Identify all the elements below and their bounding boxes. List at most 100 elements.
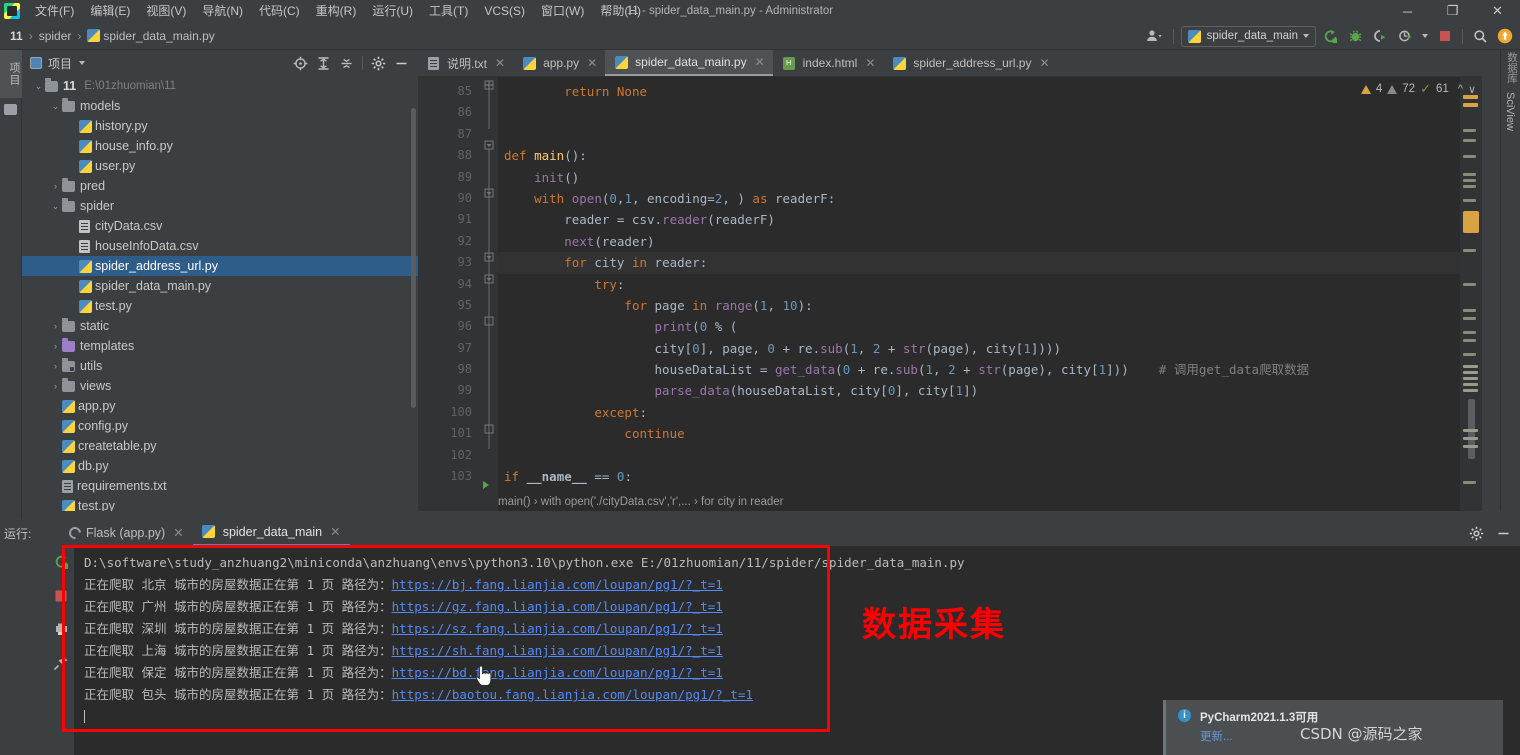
project-tree[interactable]: ⌄ 11 E:\01zhuomian\11 ⌄ models history.py hous… (22, 76, 418, 511)
project-tree-item[interactable]: ⌄ spider (22, 196, 418, 216)
project-tree-item[interactable]: › static (22, 316, 418, 336)
breadcrumb-folder[interactable]: spider (39, 29, 72, 43)
menu-vcs[interactable]: VCS(S) (476, 0, 533, 22)
code-line[interactable]: houseDataList = get_data(0 + re.sub(1, 2… (498, 359, 1482, 380)
breadcrumb-file[interactable]: spider_data_main.py (103, 29, 214, 43)
chevron-down-icon[interactable] (79, 61, 86, 65)
code-line[interactable]: city[0], page, 0 + re.sub(1, 2 + str(pag… (498, 338, 1482, 359)
menu-code[interactable]: 代码(C) (251, 0, 308, 22)
project-tree-scrollbar[interactable] (411, 108, 416, 408)
code-line[interactable]: with open(0,1, encoding=2, ) as readerF: (498, 188, 1482, 209)
select-opened-file-icon[interactable] (290, 53, 311, 74)
breadcrumb-project[interactable]: 11 (10, 29, 23, 43)
menu-refactor[interactable]: 重构(R) (308, 0, 365, 22)
project-tree-item[interactable]: houseInfoData.csv (22, 236, 418, 256)
project-tree-item[interactable]: history.py (22, 116, 418, 136)
minimize-button[interactable]: ─ (1385, 0, 1430, 22)
project-tree-item[interactable]: › views (22, 376, 418, 396)
profile-button[interactable] (1394, 25, 1416, 47)
close-button[interactable]: ✕ (1475, 0, 1520, 22)
close-tab-icon[interactable]: ✕ (495, 56, 505, 70)
code-editor[interactable]: 85 86 87 88 89 90 91 92 93 94 95 96 97 98 99 100 101 102 1… (418, 77, 1482, 511)
gear-icon[interactable] (1466, 523, 1487, 544)
project-tree-item[interactable]: config.py (22, 416, 418, 436)
print-button[interactable] (54, 622, 69, 641)
project-tree-item[interactable]: house_info.py (22, 136, 418, 156)
notification-update-link[interactable]: 更新... (1200, 728, 1233, 744)
next-problem-icon[interactable]: ∨ (1468, 83, 1476, 96)
tool-tab-project[interactable]: 项目 (0, 50, 22, 98)
console-link[interactable]: https://gz.fang.lianjia.com/loupan/pg1/?… (392, 599, 723, 614)
menu-view[interactable]: 视图(V) (138, 0, 194, 22)
project-tree-item[interactable]: › templates (22, 336, 418, 356)
code-line[interactable]: continue (498, 423, 1482, 444)
chevron-down-icon[interactable]: ⌄ (49, 201, 62, 212)
code-line[interactable] (498, 445, 1482, 466)
project-tree-item[interactable]: user.py (22, 156, 418, 176)
menu-file[interactable]: 文件(F) (27, 0, 82, 22)
project-tree-item[interactable]: test.py (22, 296, 418, 316)
prev-problem-icon[interactable]: ^ (1458, 83, 1463, 95)
chevron-down-icon[interactable]: ⌄ (49, 101, 62, 112)
hide-panel-icon[interactable] (1493, 523, 1514, 544)
project-tree-item[interactable]: cityData.csv (22, 216, 418, 236)
editor-tab[interactable]: app.py ✕ (513, 50, 605, 76)
project-tree-item[interactable]: spider_address_url.py (22, 256, 418, 276)
code-folding-column[interactable] (480, 77, 498, 511)
close-tab-icon[interactable]: ✕ (755, 55, 765, 69)
editor-tab[interactable]: 说明.txt ✕ (418, 50, 513, 76)
code-line[interactable]: try: (498, 274, 1482, 295)
code-line[interactable]: if __name__ == 0: (498, 466, 1482, 487)
project-tree-item[interactable]: ⌄ 11 E:\01zhuomian\11 (22, 76, 418, 96)
run-tab[interactable]: spider_data_main ✕ (192, 519, 350, 546)
menu-edit[interactable]: 编辑(E) (82, 0, 138, 22)
run-with-coverage-button[interactable] (1369, 25, 1391, 47)
run-button[interactable] (1319, 25, 1341, 47)
chevron-right-icon[interactable]: › (49, 321, 62, 331)
code-line[interactable]: for city in reader: (498, 252, 1482, 274)
user-account-icon[interactable] (1144, 25, 1166, 47)
code-line[interactable]: parse_data(houseDataList, city[0], city[… (498, 380, 1482, 401)
hide-panel-icon[interactable] (391, 53, 412, 74)
menu-run[interactable]: 运行(U) (364, 0, 421, 22)
code-line[interactable]: for page in range(1, 10): (498, 295, 1482, 316)
chevron-right-icon[interactable]: › (49, 381, 62, 391)
code-line[interactable]: def main(): (498, 145, 1482, 166)
gear-icon[interactable] (368, 53, 389, 74)
code-line[interactable] (498, 124, 1482, 145)
collapse-all-icon[interactable] (336, 53, 357, 74)
rerun-button[interactable] (53, 554, 69, 575)
project-tree-item[interactable]: createtable.py (22, 436, 418, 456)
run-tab[interactable]: Flask (app.py) ✕ (60, 519, 193, 546)
close-tab-icon[interactable]: ✕ (330, 524, 340, 539)
chevron-right-icon[interactable]: › (49, 361, 62, 371)
project-tree-item[interactable]: spider_data_main.py (22, 276, 418, 296)
menu-window[interactable]: 窗口(W) (533, 0, 592, 22)
close-tab-icon[interactable]: ✕ (1039, 56, 1049, 70)
code-line[interactable]: return None (498, 81, 1482, 102)
code-line[interactable]: except: (498, 402, 1482, 423)
menu-navigate[interactable]: 导航(N) (194, 0, 251, 22)
chevron-right-icon[interactable]: › (49, 181, 62, 191)
menu-tools[interactable]: 工具(T) (421, 0, 476, 22)
console-link[interactable]: https://bd.fang.lianjia.com/loupan/pg1/?… (392, 665, 723, 680)
chevron-down-icon[interactable]: ⌄ (32, 81, 45, 92)
console-link[interactable]: https://bj.fang.lianjia.com/loupan/pg1/?… (392, 577, 723, 592)
run-configuration-selector[interactable]: spider_data_main (1180, 25, 1316, 47)
project-tree-item[interactable]: ⌄ models (22, 96, 418, 116)
expand-all-icon[interactable] (313, 53, 334, 74)
debug-button[interactable] (1344, 25, 1366, 47)
pin-button[interactable] (53, 655, 69, 676)
tool-tab-database[interactable]: 数据库 (1502, 52, 1520, 98)
update-available-icon[interactable] (1494, 25, 1516, 47)
close-tab-icon[interactable]: ✕ (587, 56, 597, 70)
editor-tab[interactable]: Hindex.html ✕ (773, 50, 884, 76)
project-tree-item[interactable]: requirements.txt (22, 476, 418, 496)
project-tree-item[interactable]: test.py (22, 496, 418, 511)
editor-error-stripe[interactable] (1460, 77, 1482, 511)
project-tree-item[interactable]: › pred (22, 176, 418, 196)
console-link[interactable]: https://baotou.fang.lianjia.com/loupan/p… (392, 687, 753, 702)
profile-dropdown-icon[interactable] (1419, 25, 1431, 47)
inspection-widget[interactable]: 4 72 ✓ 61 ^ ∨ (1360, 81, 1476, 97)
code-line[interactable]: init() (498, 167, 1482, 188)
